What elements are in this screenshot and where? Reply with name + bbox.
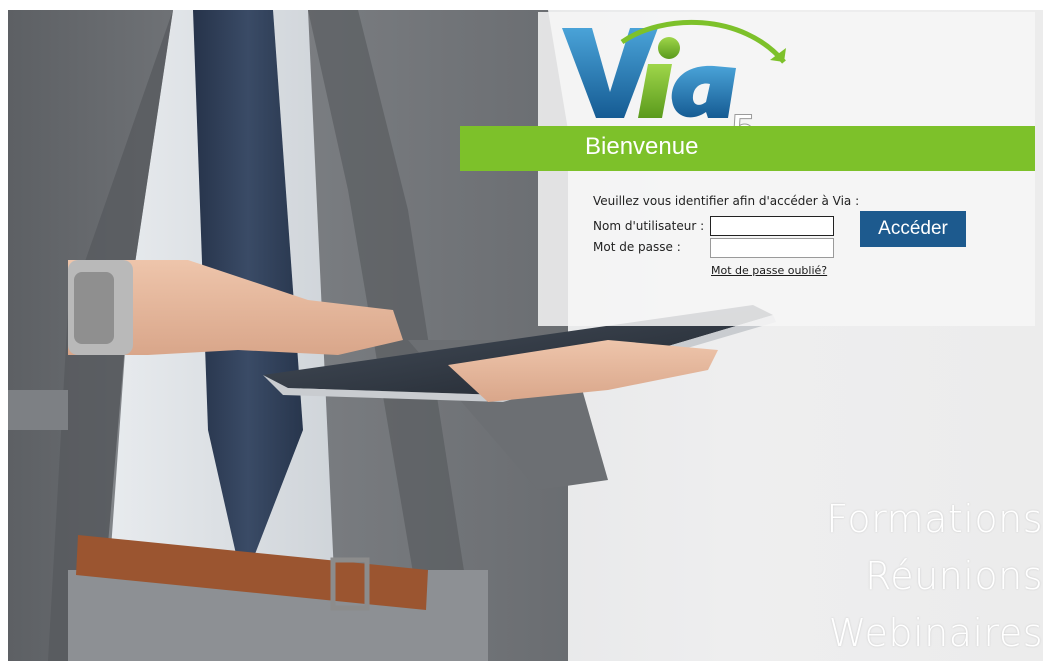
tagline-reunions: Réunions: [865, 554, 1043, 598]
welcome-band: [460, 126, 1035, 171]
tagline-webinaires: Webinaires: [828, 611, 1043, 655]
login-instruction: Veuillez vous identifier afin d'accéder …: [593, 194, 860, 208]
username-input[interactable]: [710, 216, 834, 236]
submit-button[interactable]: Accéder: [860, 211, 966, 247]
password-input[interactable]: [710, 238, 834, 258]
tagline-formations: Formations: [826, 497, 1043, 541]
password-label: Mot de passe :: [593, 240, 681, 254]
forgot-password-link[interactable]: Mot de passe oublié?: [711, 264, 827, 277]
username-label: Nom d'utilisateur :: [593, 219, 705, 233]
welcome-title: Bienvenue: [585, 133, 699, 160]
